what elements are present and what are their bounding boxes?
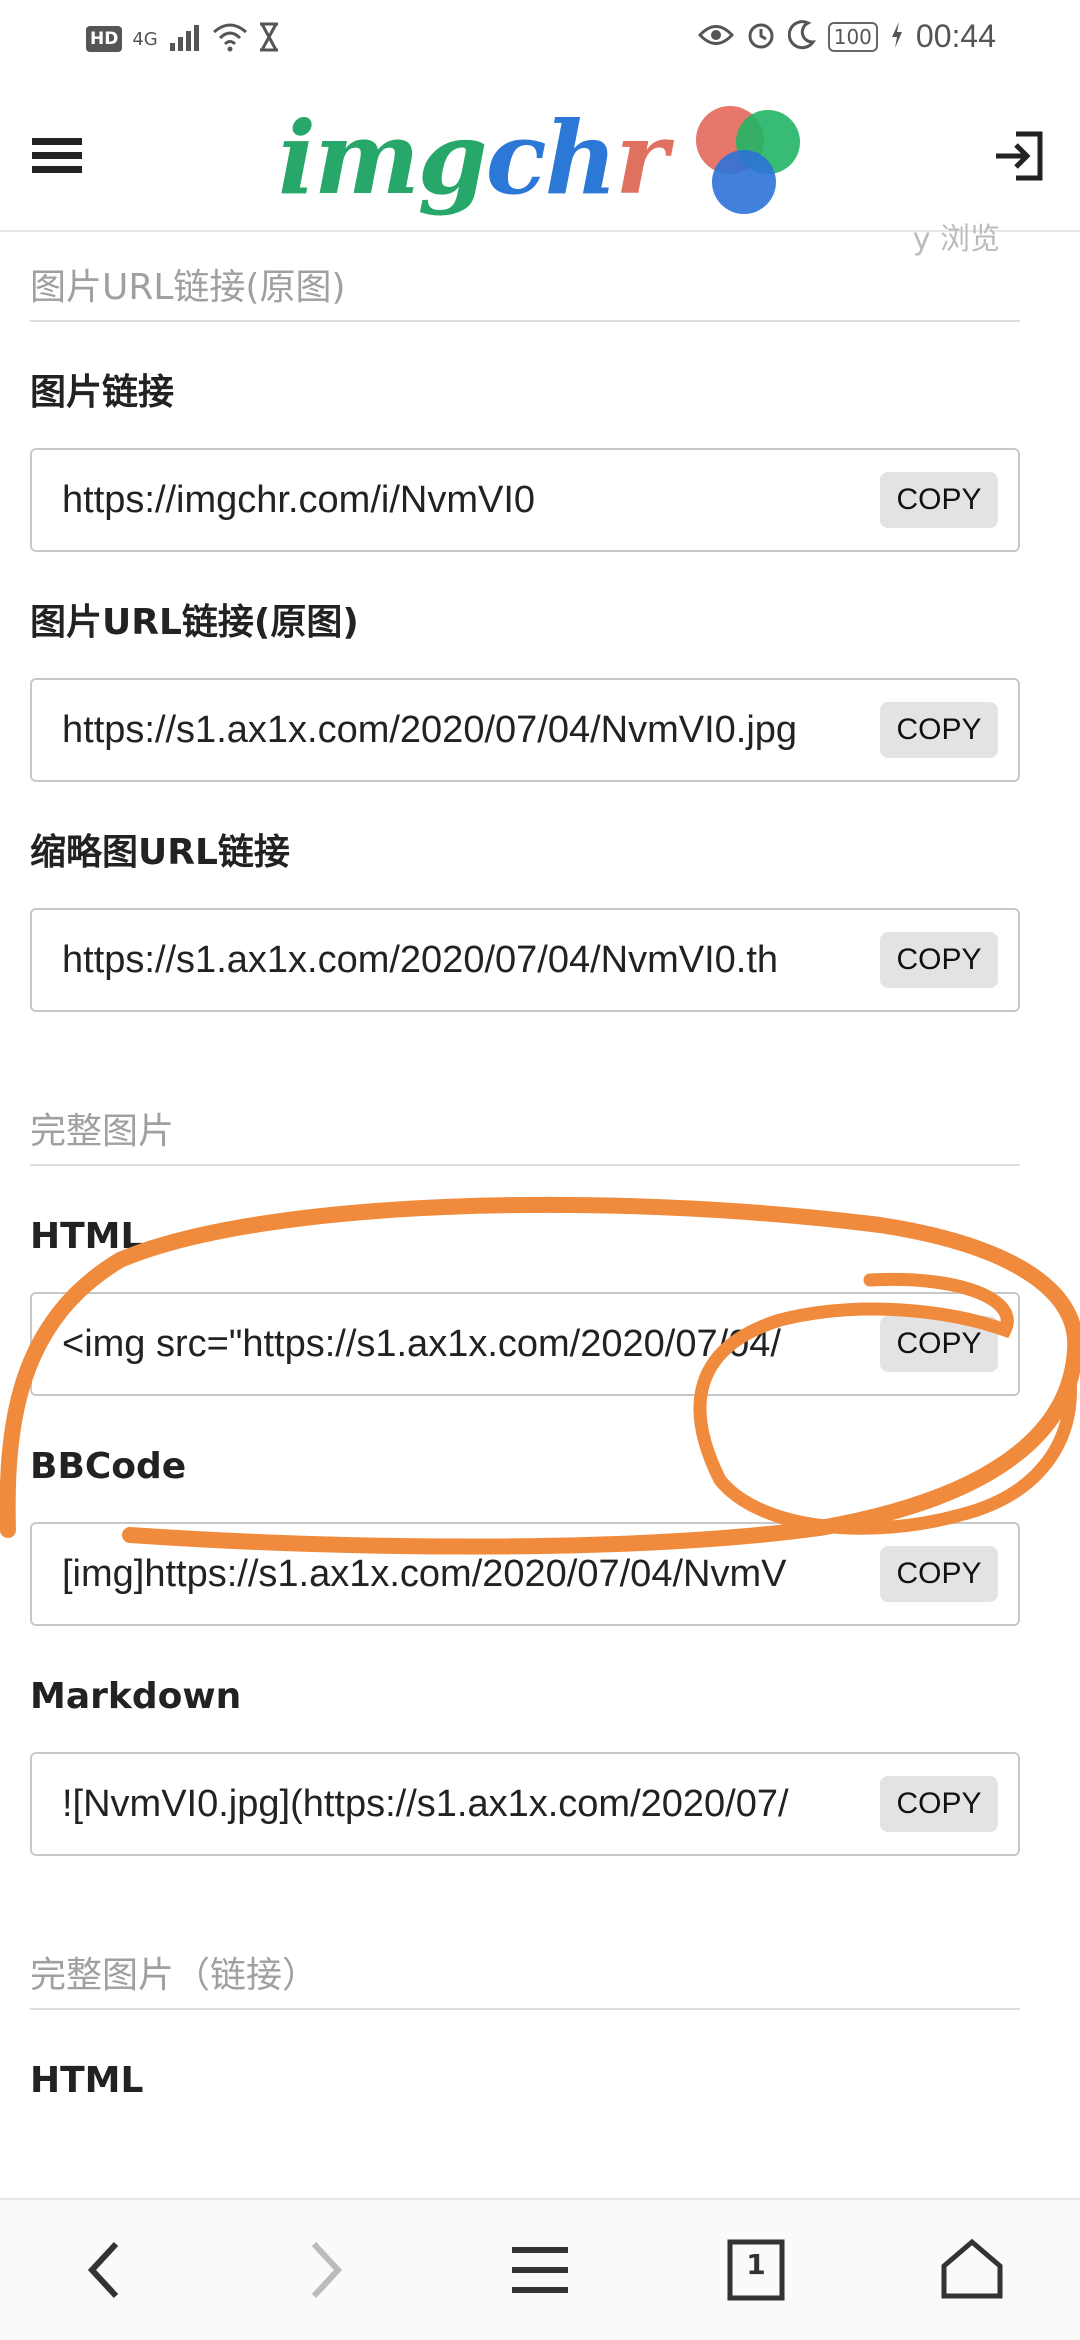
moon-icon xyxy=(787,19,816,54)
partial-top-link[interactable]: y 浏览 xyxy=(913,214,1000,258)
browser-bottom-nav: 1 xyxy=(0,2198,1080,2340)
copy-button[interactable]: COPY xyxy=(880,1316,998,1372)
menu-lines-icon[interactable] xyxy=(500,2230,580,2310)
field-label-html: HTML xyxy=(30,1216,144,1257)
copy-button[interactable]: COPY xyxy=(880,932,998,988)
alarm-icon xyxy=(746,20,776,54)
section-title-original-url: 图片URL链接(原图) xyxy=(30,258,1020,322)
logo-circles-icon xyxy=(696,106,800,214)
eye-icon xyxy=(697,22,734,52)
network-type: 4G xyxy=(132,28,158,50)
bbcode-input[interactable]: [img]https://s1.ax1x.com/2020/07/04/NvmV xyxy=(62,1524,888,1624)
thumbnail-url-field: https://s1.ax1x.com/2020/07/04/NvmVI0.th… xyxy=(30,908,1020,1012)
field-label-image-link: 图片链接 xyxy=(30,372,175,413)
hamburger-menu-icon[interactable] xyxy=(32,138,82,178)
markdown-input[interactable]: ![NvmVI0.jpg](https://s1.ax1x.com/2020/0… xyxy=(62,1754,888,1854)
login-icon[interactable] xyxy=(990,126,1050,186)
image-link-field: https://imgchr.com/i/NvmVI0 COPY xyxy=(30,448,1020,552)
thumbnail-url-input[interactable]: https://s1.ax1x.com/2020/07/04/NvmVI0.th xyxy=(62,910,888,1010)
link-list: y 浏览 图片URL链接(原图) 图片链接 https://imgchr.com… xyxy=(30,222,1020,2102)
tabs-icon[interactable]: 1 xyxy=(716,2230,796,2310)
tab-count: 1 xyxy=(746,2248,766,2281)
battery-level: 100 xyxy=(827,21,878,52)
hourglass-icon xyxy=(258,22,280,56)
field-label-markdown: Markdown xyxy=(30,1676,242,1717)
field-label-thumbnail-url: 缩略图URL链接 xyxy=(30,832,290,873)
wifi-icon xyxy=(212,22,248,56)
field-label-html-linked: HTML xyxy=(30,2060,144,2101)
copy-button[interactable]: COPY xyxy=(880,702,998,758)
field-label-original-url: 图片URL链接(原图) xyxy=(30,602,359,643)
app-header: imgchr xyxy=(0,80,1080,232)
section-title-full-image: 完整图片 xyxy=(30,1102,1020,1166)
copy-button[interactable]: COPY xyxy=(880,1776,998,1832)
status-right: 100 00:44 xyxy=(697,18,996,55)
copy-button[interactable]: COPY xyxy=(880,472,998,528)
html-code-input[interactable]: <img src="https://s1.ax1x.com/2020/07/04… xyxy=(62,1294,888,1394)
logo-text: imgchr xyxy=(278,99,668,217)
bbcode-field: [img]https://s1.ax1x.com/2020/07/04/NvmV… xyxy=(30,1522,1020,1626)
hd-badge: HD xyxy=(86,26,123,52)
status-left: HD 4G xyxy=(86,22,280,56)
original-url-field: https://s1.ax1x.com/2020/07/04/NvmVI0.jp… xyxy=(30,678,1020,782)
status-bar: HD 4G 100 00:44 xyxy=(0,0,1080,80)
html-code-field: <img src="https://s1.ax1x.com/2020/07/04… xyxy=(30,1292,1020,1396)
markdown-field: ![NvmVI0.jpg](https://s1.ax1x.com/2020/0… xyxy=(30,1752,1020,1856)
section-title-full-image-link: 完整图片（链接） xyxy=(30,1946,1020,2010)
forward-arrow-icon[interactable] xyxy=(282,2230,362,2310)
charging-icon xyxy=(890,21,904,53)
image-link-input[interactable]: https://imgchr.com/i/NvmVI0 xyxy=(62,450,888,550)
original-url-input[interactable]: https://s1.ax1x.com/2020/07/04/NvmVI0.jp… xyxy=(62,680,888,780)
home-icon[interactable] xyxy=(932,2230,1012,2310)
signal-icon xyxy=(168,23,202,55)
imgchr-logo[interactable]: imgchr xyxy=(278,100,808,220)
field-label-bbcode: BBCode xyxy=(30,1446,187,1487)
back-arrow-icon[interactable] xyxy=(68,2230,148,2310)
clock: 00:44 xyxy=(915,18,996,54)
copy-button[interactable]: COPY xyxy=(880,1546,998,1602)
